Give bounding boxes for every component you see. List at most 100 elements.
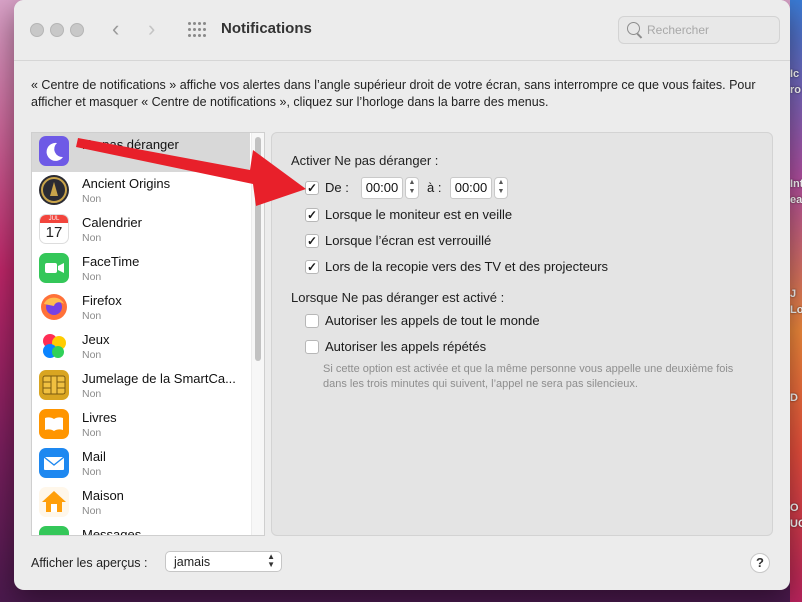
mail-icon — [39, 448, 69, 478]
option-row[interactable]: ✓ Lors de la recopie vers des TV et des … — [305, 259, 725, 277]
option-row[interactable]: Autoriser les appels répétés — [305, 339, 725, 357]
option-row[interactable]: Autoriser les appels de tout le monde — [305, 313, 725, 331]
app-status: Non — [82, 505, 102, 517]
home-icon — [39, 487, 69, 517]
to-label: à : — [427, 180, 442, 195]
desktop-label: ro — [790, 84, 801, 96]
notification-center-description: « Centre de notifications » affiche vos … — [31, 78, 756, 109]
list-item[interactable]: Jeux Non — [32, 328, 250, 367]
desktop-background: Ic ro Int ean J Lo D O UC — [790, 0, 802, 602]
scrollbar-thumb[interactable] — [255, 137, 261, 361]
app-name: Firefox — [82, 293, 122, 308]
close-window-button[interactable] — [30, 23, 44, 37]
app-name: Ne pas déranger — [82, 137, 179, 152]
app-name: Jeux — [82, 332, 110, 347]
app-name: FaceTime — [82, 254, 140, 269]
option-label: Lors de la recopie vers des TV et des pr… — [325, 259, 609, 274]
list-item[interactable]: Livres Non — [32, 406, 250, 445]
search-input[interactable] — [647, 21, 773, 39]
app-name: Jumelage de la SmartCa... — [82, 371, 236, 386]
list-item[interactable]: JUL 17 Calendrier Non — [32, 211, 250, 250]
list-item[interactable]: Firefox Non — [32, 289, 250, 328]
app-status: Non — [82, 388, 102, 400]
firefox-icon — [39, 292, 69, 322]
app-status: Non — [82, 466, 102, 478]
title-bar: ‹ › Notifications — [14, 0, 790, 60]
previews-select[interactable]: jamais ▲ ▼ — [165, 551, 282, 572]
show-all-grid-icon[interactable] — [188, 22, 206, 38]
app-name: Mail — [82, 449, 106, 464]
previews-label: Afficher les aperçus : — [31, 556, 148, 570]
desktop-label: UC — [790, 518, 802, 530]
calendar-icon: JUL 17 — [39, 214, 69, 244]
app-name: Calendrier — [82, 215, 142, 230]
list-item[interactable]: FaceTime Non — [32, 250, 250, 289]
ancient-origins-icon — [39, 175, 69, 205]
app-name: Messages — [82, 527, 142, 536]
app-status: Non — [82, 310, 102, 322]
app-name: Ancient Origins — [82, 176, 171, 191]
from-checkbox[interactable]: ✓ — [305, 181, 319, 195]
minimize-window-button[interactable] — [50, 23, 64, 37]
desktop-label: ean — [790, 194, 802, 206]
search-icon — [627, 22, 640, 35]
help-button[interactable]: ? — [750, 553, 770, 573]
calendar-day: 17 — [45, 224, 63, 241]
calendar-month: JUL — [40, 215, 68, 223]
desktop-label: Ic — [790, 68, 800, 80]
app-name: Livres — [82, 410, 117, 425]
forward-chevron-icon[interactable]: › — [148, 16, 155, 42]
messages-icon — [39, 526, 69, 535]
to-time-stepper[interactable]: ▲ ▼ — [494, 177, 508, 199]
checkbox[interactable] — [305, 340, 319, 354]
list-item[interactable]: Mail Non — [32, 445, 250, 484]
option-row[interactable]: ✓ Lorsque l’écran est verrouillé — [305, 233, 725, 251]
facetime-icon — [39, 253, 69, 283]
option-label: Lorsque l’écran est verrouillé — [325, 233, 492, 248]
app-status: Non — [82, 271, 102, 283]
list-item[interactable]: Messages — [32, 523, 250, 536]
option-label: Autoriser les appels de tout le monde — [325, 313, 540, 328]
chevron-up-down-icon: ▲ ▼ — [267, 552, 275, 569]
from-time-field[interactable]: 00:00 — [361, 177, 403, 199]
desktop-label: Int — [790, 178, 802, 190]
desktop-label: O — [790, 502, 799, 514]
app-status: Non — [82, 427, 102, 439]
moon-icon — [39, 136, 69, 166]
divider — [14, 60, 790, 61]
to-time-field[interactable]: 00:00 — [450, 177, 492, 199]
list-item[interactable]: Jumelage de la SmartCa... Non — [32, 367, 250, 406]
option-row[interactable]: ✓ Lorsque le moniteur est en veille — [305, 207, 725, 225]
do-not-disturb-settings: Activer Ne pas déranger : ✓ De : 00:00 ▲… — [271, 132, 773, 536]
checkbox[interactable]: ✓ — [305, 234, 319, 248]
list-item[interactable]: Ancient Origins Non — [32, 172, 250, 211]
checkbox[interactable] — [305, 314, 319, 328]
desktop-label: Lo — [790, 304, 802, 316]
app-list-scrollbar[interactable] — [251, 133, 264, 535]
section-title: Lorsque Ne pas déranger est activé : — [291, 290, 505, 305]
from-time-stepper[interactable]: ▲ ▼ — [405, 177, 419, 199]
app-status: Non — [82, 349, 102, 361]
checkbox[interactable]: ✓ — [305, 208, 319, 222]
previews-value: jamais — [174, 555, 211, 569]
repeated-calls-hint: Si cette option est activée et que la mê… — [323, 363, 734, 390]
list-item[interactable]: Maison Non — [32, 484, 250, 523]
app-status: Non — [82, 193, 102, 205]
search-field[interactable] — [618, 16, 780, 44]
app-status: Non — [82, 232, 102, 244]
zoom-window-button[interactable] — [70, 23, 84, 37]
desktop-label: D — [790, 392, 798, 404]
system-preferences-window: ‹ › Notifications « Centre de notificati… — [14, 0, 790, 590]
smartcard-chip-icon — [39, 370, 69, 400]
from-time-row: ✓ De : 00:00 ▲ ▼ à : 00:00 ▲ ▼ — [305, 177, 515, 199]
app-name: Maison — [82, 488, 124, 503]
from-label: De : — [325, 180, 349, 195]
app-list[interactable]: Ne pas déranger Ancient Origins Non JUL … — [31, 132, 265, 536]
desktop-label: J — [790, 288, 797, 300]
option-label: Lorsque le moniteur est en veille — [325, 207, 513, 222]
list-item[interactable]: Ne pas déranger — [32, 133, 250, 172]
back-chevron-icon[interactable]: ‹ — [112, 16, 119, 42]
checkbox[interactable]: ✓ — [305, 260, 319, 274]
game-center-icon — [39, 331, 69, 361]
window-title: Notifications — [221, 20, 312, 37]
